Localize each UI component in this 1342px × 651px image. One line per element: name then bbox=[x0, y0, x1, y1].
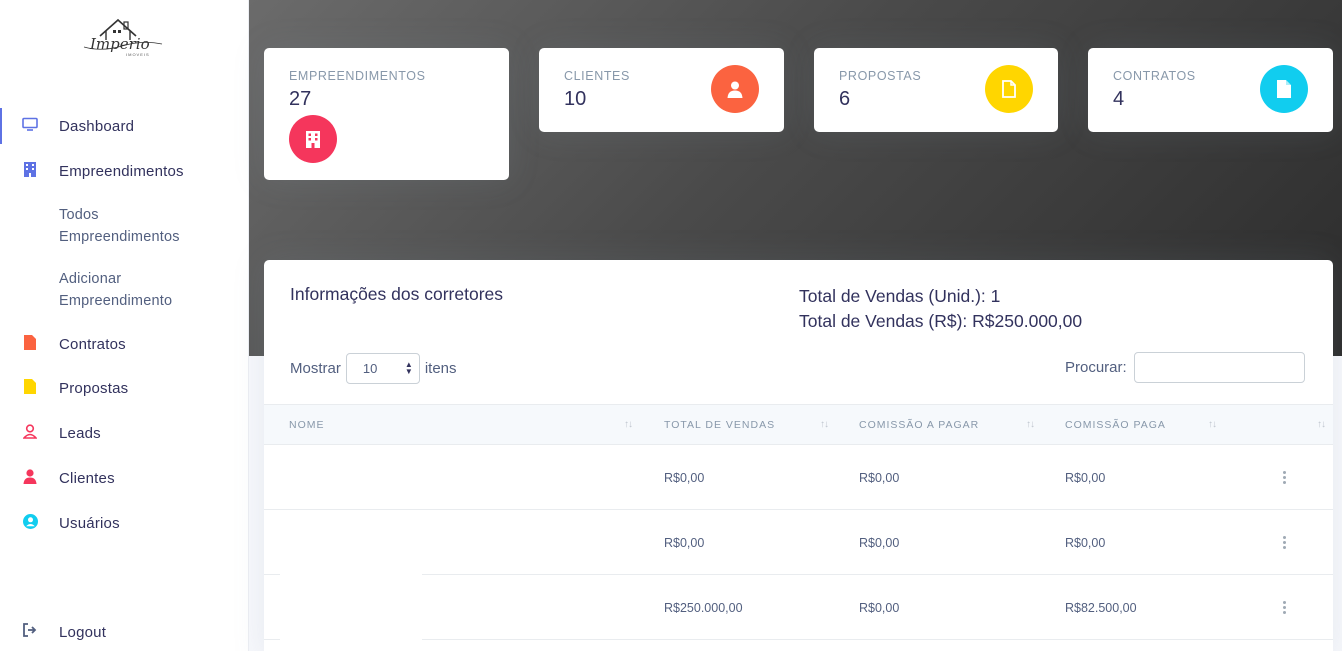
table-row: R$0,00 R$0,00 R$0,00 bbox=[264, 445, 1333, 510]
corretores-card: Informações dos corretores Total de Vend… bbox=[264, 260, 1333, 651]
sidebar-subitem-adicionar-empreendimento[interactable]: Adicionar Empreendimento bbox=[59, 268, 172, 312]
page-length-select[interactable]: 10 bbox=[345, 352, 420, 384]
user-icon bbox=[711, 65, 759, 113]
sidebar-item-label: Leads bbox=[59, 425, 101, 442]
user-circle-icon bbox=[22, 513, 38, 529]
sidebar-item-clientes[interactable]: Clientes bbox=[0, 456, 249, 496]
search-label: Procurar: bbox=[1065, 359, 1127, 376]
stat-title: CLIENTES bbox=[564, 69, 630, 83]
stat-value: 6 bbox=[839, 88, 851, 110]
cell-total-vendas: R$250.000,00 bbox=[664, 601, 743, 615]
cell-total-vendas: R$0,00 bbox=[664, 471, 705, 485]
show-label: Mostrar bbox=[290, 359, 341, 377]
sidebar-item-label: Propostas bbox=[59, 380, 129, 397]
subitem-label-line2: Empreendimentos bbox=[59, 229, 180, 245]
sidebar-item-dashboard[interactable]: Dashboard bbox=[0, 104, 249, 144]
items-label: itens bbox=[424, 359, 457, 377]
stat-card-clientes[interactable]: CLIENTES 10 bbox=[539, 48, 784, 132]
building-icon bbox=[22, 161, 38, 177]
search-input[interactable] bbox=[1133, 352, 1305, 383]
stat-title: EMPREENDIMENTOS bbox=[289, 69, 426, 83]
sort-icon[interactable]: ↑↓ bbox=[624, 419, 633, 430]
sidebar-item-label: Contratos bbox=[59, 336, 126, 353]
table-row: R$250.000,00 R$0,00 R$82.500,00 bbox=[264, 575, 1333, 640]
more-actions-icon[interactable] bbox=[1281, 467, 1287, 487]
sidebar-item-label: Dashboard bbox=[59, 118, 135, 135]
logout-label: Logout bbox=[59, 624, 107, 641]
subitem-label-line1: Adicionar bbox=[59, 271, 122, 287]
more-actions-icon[interactable] bbox=[1281, 532, 1287, 552]
table-search: Procurar: bbox=[1065, 352, 1305, 383]
stat-value: 10 bbox=[564, 88, 587, 110]
cell-comissao-paga: R$82.500,00 bbox=[1065, 601, 1137, 615]
column-header-nome[interactable]: NOME bbox=[289, 419, 325, 431]
sort-icon[interactable]: ↑↓ bbox=[820, 419, 829, 430]
stat-card-contratos[interactable]: CONTRATOS 4 bbox=[1088, 48, 1333, 132]
cell-comissao-paga: R$0,00 bbox=[1065, 536, 1106, 550]
stat-card-empreendimentos[interactable]: EMPREENDIMENTOS 27 bbox=[264, 48, 509, 180]
cell-comissao-a-pagar: R$0,00 bbox=[859, 601, 900, 615]
building-icon bbox=[289, 115, 337, 163]
stat-card-propostas[interactable]: PROPOSTAS 6 bbox=[814, 48, 1058, 132]
sidebar-item-label: Clientes bbox=[59, 470, 115, 487]
cell-total-vendas: R$0,00 bbox=[664, 536, 705, 550]
sidebar-item-empreendimentos[interactable]: Empreendimentos bbox=[0, 149, 249, 189]
sidebar-item-contratos[interactable]: Contratos bbox=[0, 322, 249, 362]
page-length-control: Mostrar 10 ▲ ▼ itens bbox=[290, 352, 457, 384]
table-row: R$0,00 R$0,00 R$0,00 bbox=[264, 510, 1333, 575]
column-header-total-vendas[interactable]: TOTAL DE VENDAS bbox=[664, 419, 775, 431]
user-outline-icon bbox=[22, 423, 38, 439]
sidebar: Imperio IMOVEIS Dashboard Empreendimento… bbox=[0, 0, 249, 651]
stat-value: 4 bbox=[1113, 88, 1125, 110]
sidebar-item-label: Usuários bbox=[59, 515, 120, 532]
card-title: Informações dos corretores bbox=[290, 284, 504, 304]
subitem-label-line1: Todos bbox=[59, 207, 99, 223]
total-value: Total de Vendas (R$): R$250.000,00 bbox=[799, 311, 1083, 331]
sidebar-subitem-todos-empreendimentos[interactable]: Todos Empreendimentos bbox=[59, 204, 180, 248]
cell-comissao-a-pagar: R$0,00 bbox=[859, 536, 900, 550]
sort-icon[interactable]: ↑↓ bbox=[1208, 419, 1217, 430]
cell-comissao-a-pagar: R$0,00 bbox=[859, 471, 900, 485]
more-actions-icon[interactable] bbox=[1281, 597, 1287, 617]
stat-title: PROPOSTAS bbox=[839, 69, 922, 83]
svg-text:IMOVEIS: IMOVEIS bbox=[126, 52, 150, 57]
cell-comissao-paga: R$0,00 bbox=[1065, 471, 1106, 485]
table-header: NOME ↑↓ TOTAL DE VENDAS ↑↓ COMISSÃO A PA… bbox=[264, 404, 1333, 445]
sidebar-item-leads[interactable]: Leads bbox=[0, 411, 249, 451]
file-icon bbox=[22, 334, 38, 350]
subitem-label-line2: Empreendimento bbox=[59, 293, 173, 309]
logout-link[interactable]: Logout bbox=[0, 610, 249, 650]
stat-value: 27 bbox=[289, 88, 312, 110]
logout-icon bbox=[22, 622, 38, 638]
sort-icon[interactable]: ↑↓ bbox=[1317, 419, 1326, 430]
brand-logo[interactable]: Imperio IMOVEIS bbox=[82, 14, 166, 58]
monitor-icon bbox=[22, 116, 38, 132]
column-header-comissao-a-pagar[interactable]: COMISSÃO A PAGAR bbox=[859, 419, 979, 431]
sidebar-item-propostas[interactable]: Propostas bbox=[0, 366, 249, 406]
total-units: Total de Vendas (Unid.): 1 bbox=[799, 286, 1001, 306]
page-length-select-wrapper: 10 ▲ ▼ bbox=[341, 352, 425, 384]
sort-icon[interactable]: ↑↓ bbox=[1026, 419, 1035, 430]
file-icon bbox=[22, 378, 38, 394]
user-icon bbox=[22, 468, 38, 484]
sidebar-item-label: Empreendimentos bbox=[59, 163, 184, 180]
stat-title: CONTRATOS bbox=[1113, 69, 1196, 83]
column-header-comissao-paga[interactable]: COMISSÃO PAGA bbox=[1065, 419, 1166, 431]
file-icon bbox=[985, 65, 1033, 113]
svg-text:Imperio: Imperio bbox=[89, 35, 150, 53]
file-icon bbox=[1260, 65, 1308, 113]
sidebar-item-usuarios[interactable]: Usuários bbox=[0, 501, 249, 541]
name-column-overlay bbox=[280, 510, 422, 640]
sales-totals: Total de Vendas (Unid.): 1 Total de Vend… bbox=[799, 284, 1082, 334]
